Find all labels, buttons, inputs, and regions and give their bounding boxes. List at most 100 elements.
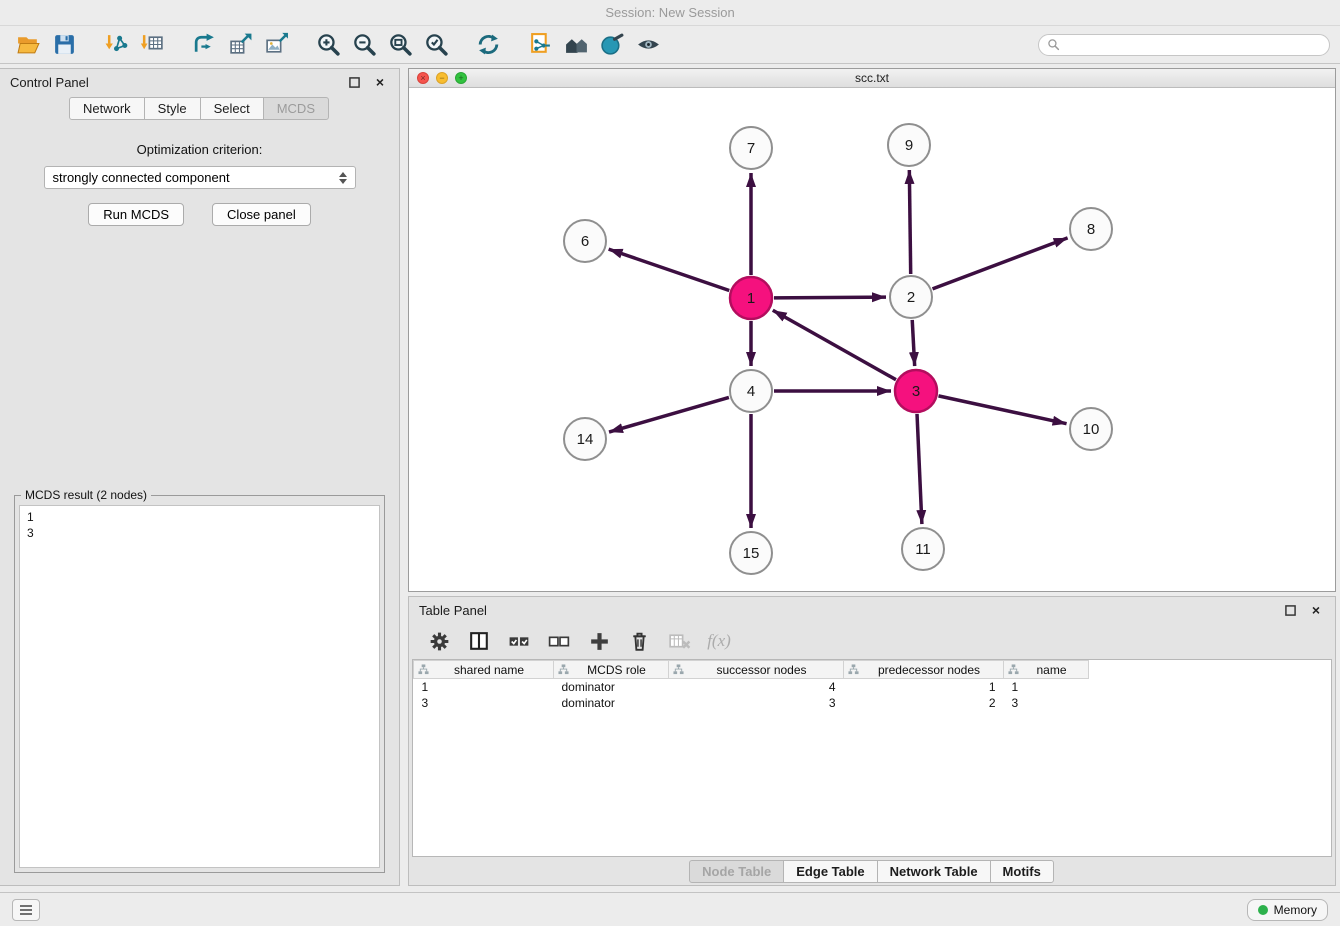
- graph-edge[interactable]: [609, 249, 730, 290]
- graph-node-label: 1: [747, 290, 755, 307]
- network-canvas[interactable]: 7 9 6 8 1 2 4 3 14 10 15 11: [409, 88, 1335, 591]
- run-mcds-button[interactable]: Run MCDS: [88, 203, 184, 226]
- table-cell: dominator: [554, 679, 669, 695]
- graph-edge[interactable]: [917, 414, 922, 524]
- deselect-all-rows-button[interactable]: [545, 626, 573, 656]
- memory-button[interactable]: Memory: [1247, 899, 1328, 921]
- zoom-selected-icon: [424, 32, 449, 57]
- window-titlebar: Session: New Session: [0, 0, 1340, 26]
- new-network-from-selection-button[interactable]: [186, 30, 222, 60]
- minimize-window-button[interactable]: −: [436, 72, 448, 84]
- tab-mcds[interactable]: MCDS: [263, 97, 329, 120]
- tab-select[interactable]: Select: [200, 97, 264, 120]
- main-toolbar: [0, 26, 1340, 64]
- list-icon: [19, 904, 33, 916]
- column-header[interactable]: MCDS role: [554, 661, 669, 679]
- zoom-in-button[interactable]: [310, 30, 346, 60]
- table-panel-title: Table Panel: [419, 603, 487, 618]
- optimization-criterion-select[interactable]: strongly connected component: [44, 166, 356, 189]
- table-settings-button[interactable]: [425, 626, 453, 656]
- search-input[interactable]: [1060, 37, 1321, 53]
- status-bar: Memory: [0, 892, 1340, 926]
- table-row[interactable]: 1dominator411: [414, 679, 1089, 695]
- table-cell: 3: [1004, 695, 1089, 711]
- tab-network-table[interactable]: Network Table: [877, 860, 991, 883]
- copy-network-button[interactable]: [522, 30, 558, 60]
- zoom-in-icon: [316, 32, 341, 57]
- graph-edge[interactable]: [938, 396, 1066, 424]
- mcds-result-line: 3: [27, 525, 372, 541]
- zoom-window-button[interactable]: +: [455, 72, 467, 84]
- network-panel: × − + scc.txt 7 9 6 8 1 2 4 3 14 10 15 11: [408, 68, 1336, 592]
- table-panel-close-button[interactable]: ×: [1307, 601, 1325, 619]
- graph-node[interactable]: 9: [888, 124, 930, 166]
- add-column-button[interactable]: [585, 626, 613, 656]
- apply-style-button[interactable]: [594, 30, 630, 60]
- graph-edge[interactable]: [909, 170, 910, 274]
- zoom-selected-button[interactable]: [418, 30, 454, 60]
- column-sort-icon: [558, 664, 569, 675]
- columns-icon: [467, 629, 492, 654]
- open-file-button[interactable]: [10, 30, 46, 60]
- mcds-result-list[interactable]: 13: [19, 505, 380, 868]
- graph-node[interactable]: 14: [564, 418, 606, 460]
- import-table-button[interactable]: [134, 30, 170, 60]
- close-window-button[interactable]: ×: [417, 72, 429, 84]
- tab-node-table[interactable]: Node Table: [689, 860, 784, 883]
- zoom-fit-icon: [388, 32, 413, 57]
- document-share-icon: [528, 32, 553, 57]
- image-export-icon: [264, 32, 289, 57]
- graph-node[interactable]: 11: [902, 528, 944, 570]
- graph-edge[interactable]: [774, 297, 886, 298]
- delete-column-button[interactable]: [625, 626, 653, 656]
- network-window-titlebar[interactable]: × − + scc.txt: [409, 69, 1335, 88]
- graph-edge[interactable]: [912, 320, 914, 366]
- apply-layout-button[interactable]: [470, 30, 506, 60]
- export-table-button[interactable]: [222, 30, 258, 60]
- tab-edge-table[interactable]: Edge Table: [783, 860, 877, 883]
- task-history-button[interactable]: [12, 899, 40, 921]
- graph-node[interactable]: 4: [730, 370, 772, 412]
- graph-node[interactable]: 6: [564, 220, 606, 262]
- show-column-panel-button[interactable]: [465, 626, 493, 656]
- refresh-icon: [476, 32, 501, 57]
- toggle-visibility-button[interactable]: [630, 30, 666, 60]
- graph-node[interactable]: 8: [1070, 208, 1112, 250]
- search-box[interactable]: [1038, 34, 1330, 56]
- column-header[interactable]: successor nodes: [669, 661, 844, 679]
- column-header[interactable]: name: [1004, 661, 1089, 679]
- graph-node[interactable]: 2: [890, 276, 932, 318]
- table-row[interactable]: 3dominator323: [414, 695, 1089, 711]
- graph-edge[interactable]: [773, 310, 896, 379]
- zoom-out-button[interactable]: [346, 30, 382, 60]
- home-icon: [564, 32, 589, 57]
- column-header-label: successor nodes: [684, 663, 839, 677]
- graph-node[interactable]: 7: [730, 127, 772, 169]
- column-header[interactable]: predecessor nodes: [844, 661, 1004, 679]
- tab-network[interactable]: Network: [69, 97, 145, 120]
- graph-edge[interactable]: [609, 397, 729, 432]
- close-panel-button[interactable]: Close panel: [212, 203, 311, 226]
- graph-node[interactable]: 1: [730, 277, 772, 319]
- tab-motifs[interactable]: Motifs: [990, 860, 1054, 883]
- tab-style[interactable]: Style: [144, 97, 201, 120]
- graph-node-label: 11: [915, 541, 931, 558]
- graph-edge[interactable]: [933, 238, 1068, 289]
- network-window-title: scc.txt: [855, 71, 889, 85]
- save-session-button[interactable]: [46, 30, 82, 60]
- zoom-out-icon: [352, 32, 377, 57]
- network-overview-button[interactable]: [558, 30, 594, 60]
- control-panel-float-button[interactable]: [345, 73, 363, 91]
- control-panel-close-button[interactable]: ×: [371, 73, 389, 91]
- select-all-rows-button[interactable]: [505, 626, 533, 656]
- graph-node[interactable]: 10: [1070, 408, 1112, 450]
- node-table-container[interactable]: shared nameMCDS role successor nodes prede…: [412, 659, 1332, 857]
- graph-node[interactable]: 3: [895, 370, 937, 412]
- import-network-button[interactable]: [98, 30, 134, 60]
- export-image-button[interactable]: [258, 30, 294, 60]
- table-cell: 3: [414, 695, 554, 711]
- zoom-fit-button[interactable]: [382, 30, 418, 60]
- column-header[interactable]: shared name: [414, 661, 554, 679]
- table-panel-float-button[interactable]: [1281, 601, 1299, 619]
- graph-node[interactable]: 15: [730, 532, 772, 574]
